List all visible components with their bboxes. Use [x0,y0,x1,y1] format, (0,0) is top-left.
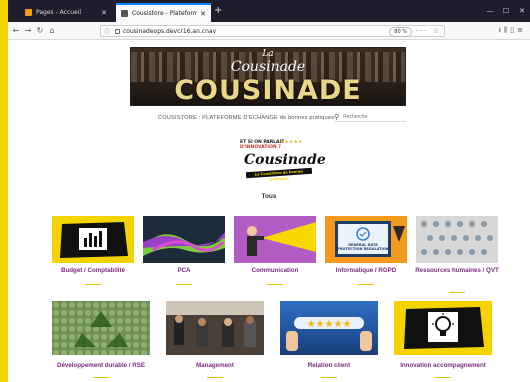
close-icon[interactable]: ✕ [101,9,107,17]
category-innovation[interactable]: Innovation accompagnement [388,362,498,370]
tile-developpement-durable[interactable] [52,301,150,355]
close-icon[interactable]: ✕ [200,10,206,18]
tab-bar: Pages - Accueil ✕ Cousistore - Plateform… [8,0,530,22]
budget-chart-icon [52,216,134,263]
home-icon[interactable]: ⌂ [46,26,58,35]
cousistore-favicon-icon [121,10,128,17]
shield-icon: ⓘ [104,28,111,36]
close-window-icon[interactable]: ✕ [514,0,530,22]
page-content: La Cousinade COUSINADE COUSISTORE : PLAT… [8,40,530,382]
logo-brand: Cousinade [244,152,326,168]
category-informatique[interactable]: Informatique / RGPD [321,267,411,275]
tab-pages-accueil[interactable]: Pages - Accueil ✕ [20,3,112,22]
relation-client-image: ★★★★★ [280,301,378,355]
url-text: cousinadeops.devcr16.an.cnav [123,27,217,35]
category-developpement-durable[interactable]: Développement durable / RSE [46,362,156,370]
innovation-bulb-icon [394,301,492,355]
category-relation-client[interactable]: Relation client [274,362,384,370]
search-input[interactable] [343,113,399,120]
svg-text:PROTECTION REGULATION: PROTECTION REGULATION [337,247,389,251]
tile-communication[interactable] [234,216,316,263]
navigation-bar: ← → ↻ ⌂ ⓘ cousinadeops.devcr16.an.cnav 8… [8,22,530,40]
stars-icon: ★★★★★ [280,140,303,145]
cousinade-banner[interactable]: La Cousinade COUSINADE [130,47,406,106]
communication-image [234,216,316,263]
cousinade-logo[interactable]: ET SI ON PARLAIT D'INNOVATION ? ★★★★★ Co… [240,140,326,182]
category-pca[interactable]: PCA [139,267,229,275]
reload-icon[interactable]: ↻ [34,26,46,35]
category-underline [321,377,337,378]
tile-informatique[interactable]: GENERAL DATA PROTECTION REGULATION [325,216,407,263]
tab-label: Cousistore - Plateforme d'éch [132,10,198,17]
tile-pca[interactable] [143,216,225,263]
new-tab-button[interactable]: + [214,4,222,18]
toolbar-icons: ⭳⫼▯≡ [499,26,526,37]
banner-script: La Cousinade [230,49,306,76]
category-underline [267,284,283,285]
informatique-image: GENERAL DATA PROTECTION REGULATION [325,216,407,263]
tile-ressources-humaines[interactable] [416,216,498,263]
category-underline [93,377,109,378]
banner-word: COUSINADE [174,75,362,106]
category-communication[interactable]: Communication [230,267,320,275]
minimize-icon[interactable]: — [482,0,498,22]
window-controls: — ☐ ✕ [482,0,530,22]
tile-budget[interactable] [52,216,134,263]
lock-icon [115,28,120,34]
category-underline [207,377,223,378]
category-underline [449,292,465,293]
search-icon[interactable]: ⚲ [334,113,339,121]
recycle-image [52,301,150,355]
forward-arrow-icon[interactable]: → [22,26,34,35]
management-image [166,301,264,355]
browser-window: Pages - Accueil ✕ Cousistore - Plateform… [8,0,530,382]
pca-image [143,216,225,263]
menu-icon[interactable]: ≡ [517,26,526,34]
category-budget[interactable]: Budget / Comptabilité [48,267,138,275]
category-underline [358,284,374,285]
category-underline [435,377,451,378]
logo-line-2: D'INNOVATION ? [240,145,281,150]
filter-all[interactable]: Tous [8,193,530,200]
category-ressources-humaines[interactable]: Ressources humaines / QVT [412,267,502,275]
back-arrow-icon[interactable]: ← [10,26,22,35]
search-box[interactable]: ⚲ [334,112,406,122]
tab-cousistore[interactable]: Cousistore - Plateforme d'éch ✕ [116,3,211,22]
tile-relation-client[interactable]: ★★★★★ [280,301,378,355]
site-subtitle: COUSISTORE : PLATEFORME D'ECHANGE de bon… [158,115,335,121]
tile-management[interactable] [166,301,264,355]
zoom-level[interactable]: 80 % [389,27,412,37]
page-actions-icon[interactable]: ··· ☆ [416,27,441,35]
address-bar[interactable]: ⓘ cousinadeops.devcr16.an.cnav 80 % ··· … [100,25,445,37]
category-underline [176,284,192,285]
svg-text:★★★★★: ★★★★★ [307,319,352,330]
category-management[interactable]: Management [160,362,270,370]
tab-label: Pages - Accueil [36,9,82,16]
ressources-humaines-image [416,216,498,263]
tile-innovation[interactable] [394,301,492,355]
category-underline [85,284,101,285]
logo-tagline: Le Cousistore de bonnes pratiques [245,167,313,182]
maximize-icon[interactable]: ☐ [498,0,514,22]
pages-favicon-icon [25,9,32,16]
